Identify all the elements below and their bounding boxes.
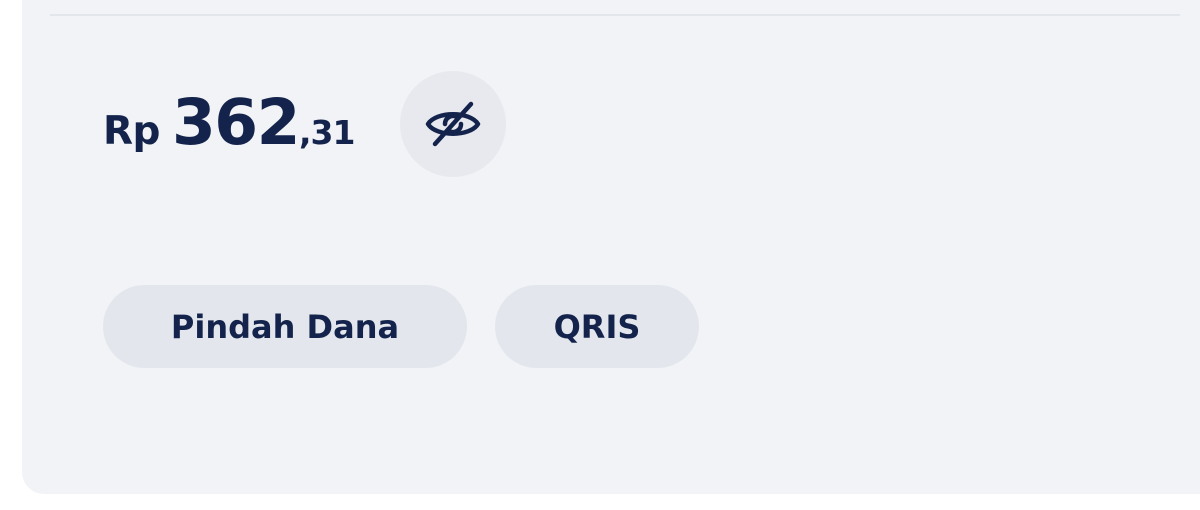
balance-fraction: ,31 (298, 113, 355, 152)
toggle-balance-visibility-button[interactable] (400, 71, 506, 177)
qris-button[interactable]: QRIS (495, 285, 699, 368)
divider (50, 14, 1180, 16)
transfer-funds-button[interactable]: Pindah Dana (103, 285, 467, 368)
balance-currency: Rp (103, 109, 160, 154)
balance-card (22, 0, 1200, 494)
balance-whole: 362 (171, 86, 301, 159)
eye-off-icon (423, 99, 483, 149)
balance-amount: Rp 362 ,31 (103, 86, 355, 166)
